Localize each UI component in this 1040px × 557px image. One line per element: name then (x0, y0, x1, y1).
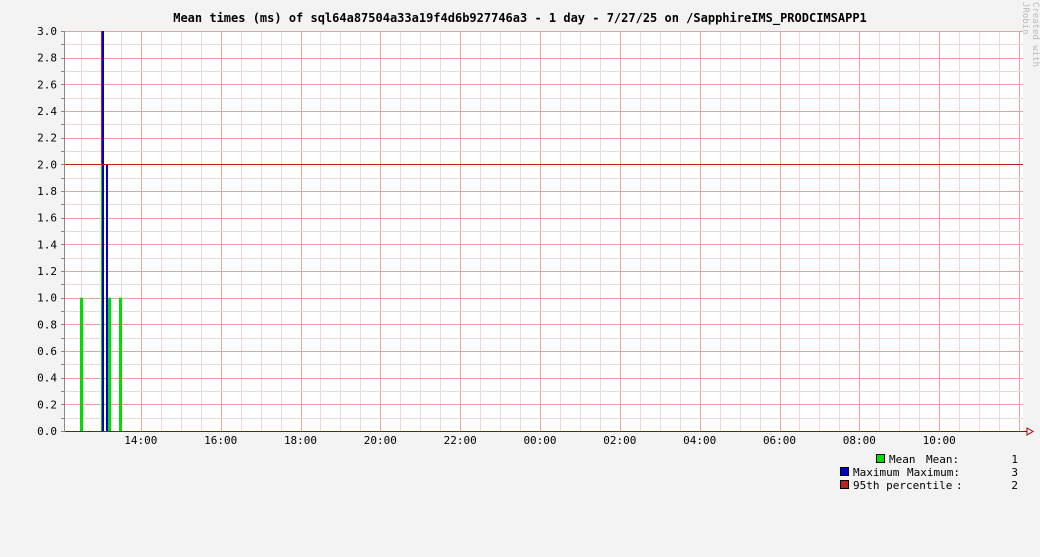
bar-mean (119, 297, 122, 431)
y-tick-labels: 0.0 0.2 0.4 0.6 0.8 1.0 1.2 1.4 1.6 1.8 2.0 2.2 2.4 2… (37, 25, 57, 438)
legend-item-mean: Mean Mean: 1 (876, 453, 1018, 466)
y-tick-label: 1.4 (37, 238, 57, 251)
y-tick-label: 2.6 (37, 78, 57, 91)
y-tick-label: 0.8 (37, 318, 57, 331)
legend-swatch-mean (876, 454, 885, 463)
x-tick-label: 04:00 (683, 434, 716, 447)
bar-maximum (106, 164, 108, 432)
legend-stat-95th: : (956, 479, 963, 492)
bar-maximum (102, 31, 104, 431)
y-tick-label: 0.4 (37, 372, 57, 385)
bar-mean (80, 297, 83, 431)
chart-canvas: 0.0 0.2 0.4 0.6 0.8 1.0 1.2 1.4 1.6 1.8 2.0 2.2 2.4 2… (37, 25, 1034, 447)
y-tick-label: 2.0 (37, 158, 57, 171)
legend-item-maximum: Maximum Maximum: 3 (840, 466, 1018, 479)
y-tick-label: 1.6 (37, 212, 57, 225)
x-tick-label: 20:00 (364, 434, 397, 447)
legend-label-95th: 95th percentile (853, 479, 953, 492)
x-tick-label: 06:00 (763, 434, 796, 447)
y-tick-label: 1.2 (37, 265, 57, 278)
legend-value-mean: 1 (1011, 453, 1018, 466)
x-axis-arrow (1026, 427, 1034, 436)
x-tick-label: 16:00 (204, 434, 237, 447)
legend-item-95th: 95th percentile : 2 (840, 479, 1018, 492)
legend-label-mean: Mean (889, 453, 916, 466)
bar-mean (108, 297, 111, 431)
y-tick-label: 2.8 (37, 52, 57, 65)
legend-label-maximum: Maximum (853, 466, 900, 479)
y-tick-label: 1.0 (37, 292, 57, 305)
legend-swatch-95th (840, 480, 849, 489)
x-tick-labels: 14:00 16:00 18:00 20:00 22:00 00:00 02:00 04:00… (124, 434, 955, 447)
legend-value-maximum: 3 (1011, 466, 1018, 479)
y-tick-label: 0.2 (37, 398, 57, 411)
x-tick-label: 00:00 (523, 434, 556, 447)
y-tick-label: 0.6 (37, 345, 57, 358)
legend-value-95th: 2 (1011, 479, 1018, 492)
legend-stat-maximum: Maximum: (907, 466, 960, 479)
y-tick-label: 3.0 (37, 25, 57, 38)
y-tick-label: 0.0 (37, 425, 57, 438)
legend-stat-mean: Mean: (926, 453, 960, 466)
chart-frame: Mean times (ms) of sql64a87504a33a19f4d6… (0, 0, 1040, 499)
x-tick-label: 08:00 (843, 434, 876, 447)
y-tick-label: 2.2 (37, 132, 57, 145)
x-tick-label: 02:00 (603, 434, 636, 447)
x-tick-label: 10:00 (923, 434, 956, 447)
x-tick-label: 18:00 (284, 434, 317, 447)
x-tick-label: 22:00 (444, 434, 477, 447)
y-tick-label: 2.4 (37, 105, 57, 118)
y-tick-label: 1.8 (37, 185, 57, 198)
legend-swatch-maximum (840, 467, 849, 476)
x-tick-label: 14:00 (124, 434, 157, 447)
